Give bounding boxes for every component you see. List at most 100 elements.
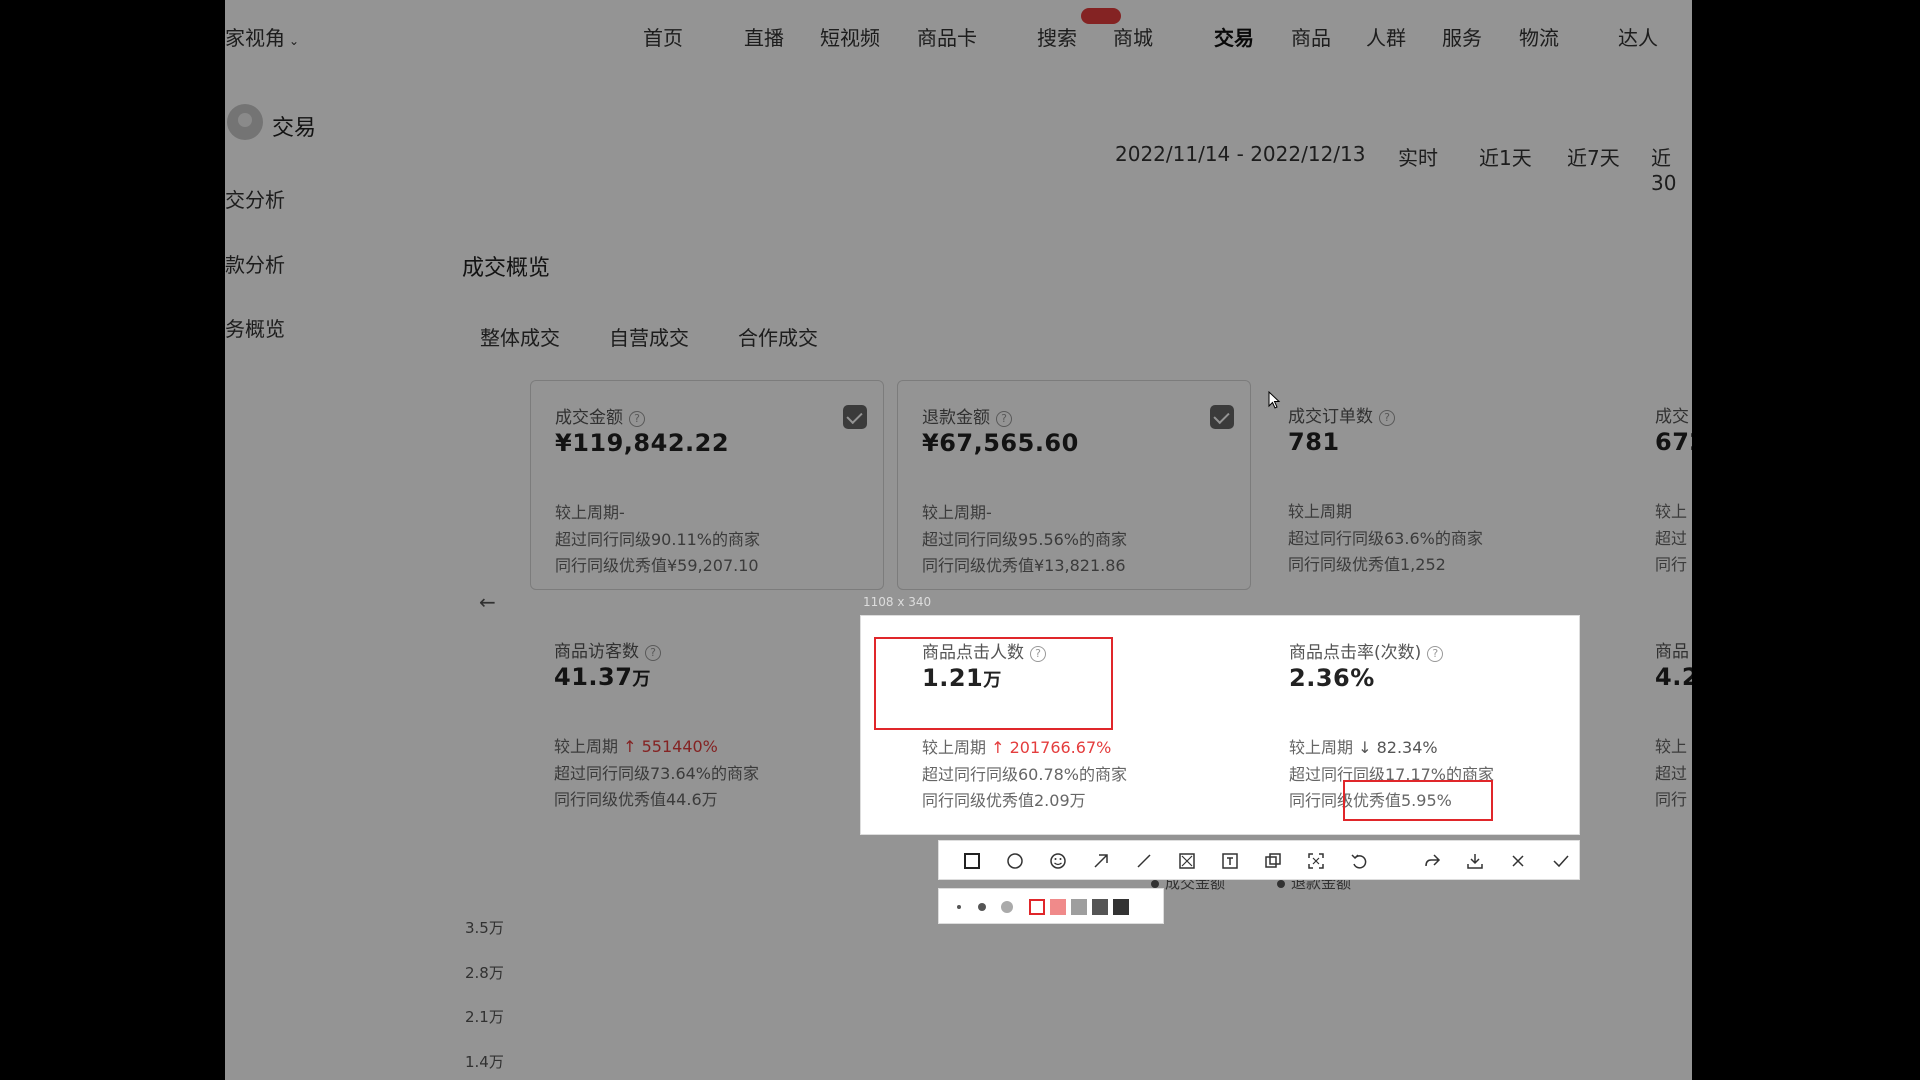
style-palette xyxy=(938,888,1164,924)
pin-icon[interactable] xyxy=(1262,850,1284,872)
confirm-icon[interactable] xyxy=(1550,850,1572,872)
sidebar-item-product-analysis[interactable]: 款分析 xyxy=(225,249,285,278)
card-peer-rank: 超过同行同级60.78%的商家 xyxy=(922,765,1128,784)
perspective-label: 家视角 xyxy=(225,26,285,50)
circle-icon[interactable] xyxy=(1004,850,1026,872)
download-icon[interactable] xyxy=(1464,850,1486,872)
nav-trade[interactable]: 交易 xyxy=(1214,22,1254,51)
color-swatch[interactable] xyxy=(1071,899,1087,915)
metric-card-gmv[interactable]: 成交金额? ¥119,842.22 较上周期- 超过同行同级90.11%的商家 … xyxy=(530,380,884,590)
y-axis-tick: 2.1万 xyxy=(465,1008,504,1026)
annotation-rectangle[interactable] xyxy=(874,637,1113,730)
color-swatch-red-selected[interactable] xyxy=(1029,899,1045,915)
date-option-realtime[interactable]: 实时 xyxy=(1398,142,1438,171)
color-swatch[interactable] xyxy=(1113,899,1129,915)
y-axis-tick: 2.8万 xyxy=(465,964,504,982)
card-compare: 较上周期 ↓ 82.34% xyxy=(1289,738,1438,757)
mosaic-icon[interactable] xyxy=(1176,850,1198,872)
size-large[interactable] xyxy=(1001,901,1013,913)
card-compare: 较上周期 ↑ 201766.67% xyxy=(922,738,1112,757)
arrow-left-icon[interactable]: ← xyxy=(479,590,496,614)
card-peer-excellent: 同行同级优秀值¥13,821.86 xyxy=(922,556,1126,575)
metric-card-visitors[interactable]: 商品访客数? 41.37万 较上周期 ↑ 551440% 超过同行同级73.64… xyxy=(530,615,884,825)
card-compare: 较上周期- xyxy=(922,503,992,522)
help-icon[interactable]: ? xyxy=(996,411,1012,427)
size-small[interactable] xyxy=(957,905,961,909)
annotation-rectangle[interactable] xyxy=(1343,780,1493,821)
color-swatch[interactable] xyxy=(1092,899,1108,915)
card-value: 4.2 xyxy=(1655,663,1692,691)
metric-card-orders[interactable]: 成交订单数? 781 较上周期 超过同行同级63.6%的商家 同行同级优秀值1,… xyxy=(1264,380,1618,590)
date-option-30days[interactable]: 近30 xyxy=(1651,142,1692,195)
checkbox-icon[interactable] xyxy=(1210,405,1234,429)
metric-card-partial-2[interactable]: 商品 4.2 较上 超过 同行 xyxy=(1631,615,1692,825)
help-icon[interactable]: ? xyxy=(645,645,661,661)
ocr-icon[interactable] xyxy=(1305,850,1327,872)
tab-self-operated[interactable]: 自营成交 xyxy=(609,322,689,351)
date-option-1day[interactable]: 近1天 xyxy=(1479,142,1532,171)
help-icon[interactable]: ? xyxy=(1379,410,1395,426)
card-peer-excellent: 同行同级优秀值¥59,207.10 xyxy=(555,556,759,575)
card-peer-rank: 超过同行同级95.56%的商家 xyxy=(922,530,1128,549)
card-compare: 较上周期 xyxy=(1288,502,1353,521)
tab-overall[interactable]: 整体成交 xyxy=(480,322,560,351)
card-peer-excellent: 同行 xyxy=(1655,555,1688,574)
card-compare: 较上 xyxy=(1655,502,1688,521)
card-value: 781 xyxy=(1288,428,1340,456)
card-peer-excellent: 同行同级优秀值44.6万 xyxy=(554,790,718,809)
card-compare: 较上周期 ↑ 551440% xyxy=(554,737,718,756)
text-icon[interactable] xyxy=(1219,850,1241,872)
date-option-7days[interactable]: 近7天 xyxy=(1567,142,1620,171)
checkbox-icon[interactable] xyxy=(843,405,867,429)
card-value: 672 xyxy=(1655,428,1692,456)
card-label: 成交金额? xyxy=(555,403,645,428)
card-label: 商品点击率(次数)? xyxy=(1289,638,1444,663)
card-peer-excellent: 同行同级优秀值1,252 xyxy=(1288,555,1446,574)
nav-influencer[interactable]: 达人 xyxy=(1618,22,1658,51)
nav-logistics[interactable]: 物流 xyxy=(1519,22,1559,51)
color-swatch[interactable] xyxy=(1050,899,1066,915)
card-label: 商品 xyxy=(1655,642,1689,662)
mouse-cursor-icon xyxy=(1268,391,1281,409)
nav-product-card[interactable]: 商品卡 xyxy=(917,22,977,51)
card-value: 41.37万 xyxy=(554,663,651,691)
share-icon[interactable] xyxy=(1421,850,1443,872)
card-compare: 较上 xyxy=(1655,737,1688,756)
nav-mall[interactable]: 商城 xyxy=(1113,22,1153,51)
card-label: 成交订单数? xyxy=(1288,402,1395,427)
card-peer-rank: 超过同行同级63.6%的商家 xyxy=(1288,529,1483,548)
close-icon[interactable] xyxy=(1507,850,1529,872)
help-icon[interactable]: ? xyxy=(629,411,645,427)
nav-search[interactable]: 搜索 xyxy=(1037,22,1077,51)
sidebar-item-service-overview[interactable]: 务概览 xyxy=(225,313,285,342)
nav-live[interactable]: 直播 xyxy=(744,22,784,51)
help-icon[interactable]: ? xyxy=(1427,646,1444,662)
top-nav: 家视角 ⌄ 首页 直播 短视频 商品卡 搜索 商城 交易 商品 人群 服务 物流 … xyxy=(225,0,1692,72)
date-range[interactable]: 2022/11/14 - 2022/12/13 xyxy=(1115,142,1365,166)
card-peer-excellent: 同行同级优秀值2.09万 xyxy=(922,791,1086,810)
tab-cooperative[interactable]: 合作成交 xyxy=(738,322,818,351)
card-value: 2.36% xyxy=(1289,664,1375,692)
metric-card-partial[interactable]: 成交 672 较上 超过 同行 xyxy=(1631,380,1692,590)
sidebar-item-trade-analysis[interactable]: 交分析 xyxy=(225,184,285,213)
emoji-icon[interactable] xyxy=(1047,850,1069,872)
perspective-selector[interactable]: 家视角 ⌄ xyxy=(225,22,299,51)
y-axis-tick: 3.5万 xyxy=(465,919,504,937)
trade-icon xyxy=(227,104,263,140)
nav-short-video[interactable]: 短视频 xyxy=(820,22,880,51)
card-value: ¥119,842.22 xyxy=(555,429,730,457)
arrow-icon[interactable] xyxy=(1090,850,1112,872)
size-medium[interactable] xyxy=(978,903,986,911)
nav-service[interactable]: 服务 xyxy=(1442,22,1482,51)
nav-home[interactable]: 首页 xyxy=(643,22,683,51)
chevron-down-icon: ⌄ xyxy=(289,34,300,48)
screen: 家视角 ⌄ 首页 直播 短视频 商品卡 搜索 商城 交易 商品 人群 服务 物流 … xyxy=(225,0,1692,1080)
metric-card-refund[interactable]: 退款金额? ¥67,565.60 较上周期- 超过同行同级95.56%的商家 同… xyxy=(897,380,1251,590)
nav-audience[interactable]: 人群 xyxy=(1366,22,1406,51)
undo-icon[interactable] xyxy=(1348,850,1370,872)
card-label: 商品访客数? xyxy=(554,637,661,662)
nav-product[interactable]: 商品 xyxy=(1291,22,1331,51)
pen-icon[interactable] xyxy=(1133,850,1155,872)
card-label: 成交 xyxy=(1655,407,1689,427)
rectangle-icon[interactable] xyxy=(961,850,983,872)
